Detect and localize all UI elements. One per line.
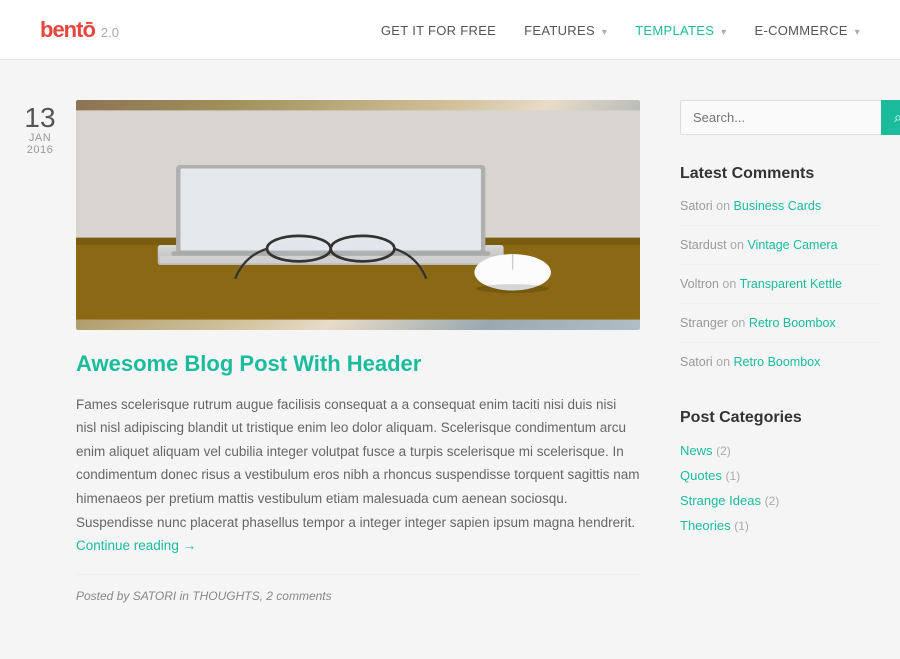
comment-on-text: on — [716, 199, 733, 213]
chevron-down-icon: ▾ — [602, 27, 607, 38]
search-button[interactable]: ⌕ — [881, 100, 900, 135]
comment-link[interactable]: Transparent Kettle — [740, 277, 842, 291]
category-count: (1) — [734, 519, 749, 533]
comment-author: Voltron — [680, 277, 719, 291]
category-count: (2) — [716, 444, 731, 458]
comment-item: Satori on Retro Boombox — [680, 355, 880, 381]
category-link[interactable]: News — [680, 443, 713, 458]
comment-on-text: on — [730, 238, 747, 252]
sidebar: ⌕ Latest Comments Satori on Business Car… — [680, 100, 880, 619]
nav-link-ecommerce[interactable]: E-COMMERCE ▾ — [754, 23, 860, 38]
comment-item: Satori on Business Cards — [680, 199, 880, 226]
search-input[interactable] — [680, 100, 881, 135]
main-content: 13 JAN 2016 — [20, 100, 640, 619]
comment-author: Stardust — [680, 238, 727, 252]
category-item: Strange Ideas (2) — [680, 493, 880, 508]
category-item: Quotes (1) — [680, 468, 880, 483]
comment-author: Stranger — [680, 316, 728, 330]
comment-link[interactable]: Retro Boombox — [734, 355, 821, 369]
chevron-down-icon: ▾ — [855, 27, 860, 38]
latest-comments-title: Latest Comments — [680, 165, 880, 183]
comment-link[interactable]: Vintage Camera — [747, 238, 837, 252]
category-link[interactable]: Quotes — [680, 468, 722, 483]
comment-item: Stranger on Retro Boombox — [680, 316, 880, 343]
logo-name: bentō — [40, 17, 95, 43]
comment-on-text: on — [722, 277, 739, 291]
comment-item: Stardust on Vintage Camera — [680, 238, 880, 265]
comment-on-text: on — [731, 316, 748, 330]
logo-version: 2.0 — [101, 25, 119, 40]
post-meta: Posted by SATORI in THOUGHTS, 2 comments — [76, 574, 640, 603]
comment-author: Satori — [680, 355, 713, 369]
category-link[interactable]: Strange Ideas — [680, 493, 761, 508]
nav-link-templates[interactable]: TEMPLATES ▾ — [635, 23, 726, 38]
nav-link-get-it[interactable]: GET IT FOR FREE — [381, 23, 496, 38]
comment-item: Voltron on Transparent Kettle — [680, 277, 880, 304]
category-item: Theories (1) — [680, 518, 880, 533]
category-count: (2) — [765, 494, 780, 508]
comment-on-text: on — [716, 355, 733, 369]
date-month: JAN — [20, 132, 60, 144]
latest-comments-section: Latest Comments Satori on Business Cards… — [680, 165, 880, 381]
post-image-svg — [76, 100, 640, 330]
search-icon: ⌕ — [894, 109, 900, 125]
nav-links: GET IT FOR FREE FEATURES ▾ TEMPLATES ▾ E… — [381, 22, 860, 38]
nav-item-features[interactable]: FEATURES ▾ — [524, 22, 607, 38]
search-box: ⌕ — [680, 100, 880, 135]
category-item: News (2) — [680, 443, 880, 458]
nav-item-get-it[interactable]: GET IT FOR FREE — [381, 22, 496, 38]
chevron-down-icon: ▾ — [721, 27, 726, 38]
page-wrapper: 13 JAN 2016 — [0, 60, 900, 659]
nav-link-features[interactable]: FEATURES ▾ — [524, 23, 607, 38]
top-navigation: bentō 2.0 GET IT FOR FREE FEATURES ▾ TEM… — [0, 0, 900, 60]
nav-item-templates[interactable]: TEMPLATES ▾ — [635, 22, 726, 38]
post-content-area: Awesome Blog Post With Header Fames scel… — [76, 100, 640, 603]
post-title[interactable]: Awesome Blog Post With Header — [76, 350, 640, 379]
comment-link[interactable]: Retro Boombox — [749, 316, 836, 330]
logo[interactable]: bentō 2.0 — [40, 17, 119, 43]
read-more-link[interactable]: Continue reading → — [76, 538, 196, 553]
date-day: 13 — [20, 104, 60, 132]
category-count: (1) — [726, 469, 741, 483]
comment-author: Satori — [680, 199, 713, 213]
comment-link[interactable]: Business Cards — [734, 199, 822, 213]
date-year: 2016 — [20, 144, 60, 156]
post-categories-title: Post Categories — [680, 409, 880, 427]
category-link[interactable]: Theories — [680, 518, 731, 533]
post-body: Fames scelerisque rutrum augue facilisis… — [76, 393, 640, 558]
nav-item-ecommerce[interactable]: E-COMMERCE ▾ — [754, 22, 860, 38]
post-date: 13 JAN 2016 — [20, 100, 60, 156]
post-date-wrapper: 13 JAN 2016 — [20, 100, 640, 603]
post-categories-section: Post Categories News (2) Quotes (1) Stra… — [680, 409, 880, 533]
post-image — [76, 100, 640, 330]
